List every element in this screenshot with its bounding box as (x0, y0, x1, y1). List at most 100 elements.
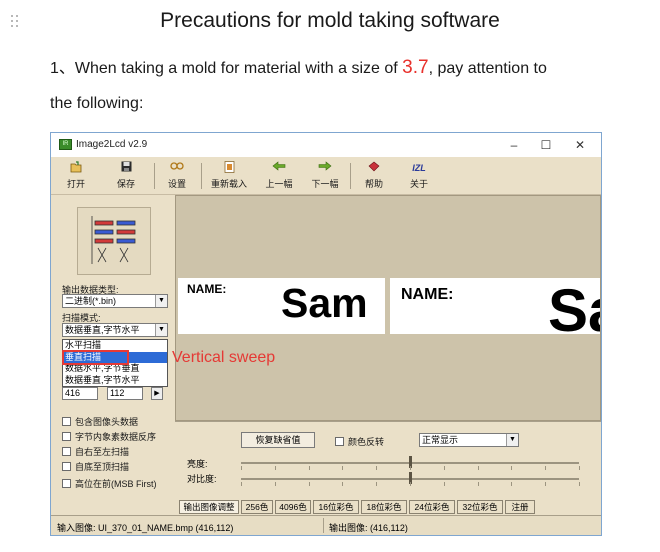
tab-256-color[interactable]: 256色 (241, 500, 273, 514)
input-image-preview: NAME: Sam (178, 278, 385, 334)
tab-4096-color[interactable]: 4096色 (275, 500, 311, 514)
input-big-text: Sam (281, 280, 368, 326)
scan-mode-select[interactable]: 数据垂直,字节水平 ▼ (62, 323, 168, 337)
window-titlebar: IR Image2Lcd v2.9 – ☐ ✕ (51, 133, 601, 157)
slider-tick (376, 466, 378, 470)
slider-tick (443, 482, 445, 486)
next-image-label: 下一幅 (311, 179, 339, 189)
tab-register[interactable]: 注册 (505, 500, 535, 514)
size-arrow-button[interactable]: ▶ (151, 387, 163, 400)
checkbox-label: 自底至顶扫描 (75, 462, 130, 472)
checkbox-icon (62, 432, 71, 441)
minimize-button[interactable]: – (502, 136, 526, 154)
help-book-icon (361, 161, 387, 175)
scan-option-data-vertical[interactable]: 数据垂直,字节水平 (63, 375, 167, 387)
checkbox-label: 包含图像头数据 (75, 417, 139, 427)
toolbar-separator (154, 163, 155, 189)
window-title: Image2Lcd v2.9 (76, 139, 148, 150)
save-button[interactable]: 保存 (113, 161, 139, 191)
line1-prefix: 1、When taking a mold for material with a… (50, 60, 403, 77)
slider-tick (342, 482, 344, 486)
reload-button[interactable]: 重新载入 (207, 161, 251, 191)
maximize-button[interactable]: ☐ (534, 136, 558, 154)
help-label: 帮助 (364, 179, 383, 189)
chevron-down-icon[interactable]: ▼ (506, 434, 518, 446)
open-label: 打开 (66, 179, 85, 189)
open-button[interactable]: 打开 (63, 161, 89, 191)
reload-document-icon (207, 161, 251, 175)
glasses-icon (164, 161, 190, 175)
prev-image-button[interactable]: 上一幅 (261, 161, 297, 191)
arrow-left-icon (261, 161, 297, 175)
tab-16bit-color[interactable]: 16位彩色 (313, 500, 359, 514)
checkbox-label: 自右至左扫描 (75, 447, 130, 457)
checkbox-icon (62, 447, 71, 456)
width-input[interactable]: 416 (62, 387, 98, 400)
slider-tick (241, 466, 242, 470)
restore-defaults-button[interactable]: 恢复缺省值 (241, 432, 315, 448)
scan-mode-value: 数据垂直,字节水平 (65, 325, 140, 335)
chevron-down-icon[interactable]: ▼ (155, 324, 167, 336)
checkbox-msb-first[interactable]: 高位在前(MSB First) (62, 477, 157, 490)
checkbox-include-header[interactable]: 包含图像头数据 (62, 415, 138, 428)
toolbar-separator (350, 163, 351, 189)
tab-18bit-color[interactable]: 18位彩色 (361, 500, 407, 514)
tab-32bit-color[interactable]: 32位彩色 (457, 500, 503, 514)
output-big-text: Sa (548, 278, 600, 334)
size-highlight: 3.7 (402, 57, 429, 78)
toolbar-separator (201, 163, 202, 189)
app-icon: IR (59, 139, 72, 150)
checkbox-icon (62, 462, 71, 471)
vertical-sweep-annotation: Vertical sweep (172, 349, 276, 366)
status-bar: 输入图像: UI_370_01_NAME.bmp (416,112) 输出图像:… (51, 515, 601, 535)
output-type-select[interactable]: 二进制(*.bin) ▼ (62, 294, 168, 308)
image2lcd-window: IR Image2Lcd v2.9 – ☐ ✕ 打开 保存 设置 重新载入 上一… (50, 132, 602, 536)
checkbox-label: 字节内象素数据反序 (75, 432, 157, 442)
slider-tick (477, 482, 479, 486)
checkbox-bottom-to-top[interactable]: 自底至顶扫描 (62, 460, 129, 473)
preview-area: NAME: Sam NAME: Sa (175, 195, 601, 421)
floppy-icon (113, 161, 139, 175)
close-button[interactable]: ✕ (568, 136, 592, 154)
image-adjust-panel: 恢复缺省值 颜色反转 正常显示 ▼ 亮度: 对比度: 输出图像调整 256色 4… (175, 421, 601, 515)
slider-tick (308, 482, 310, 486)
height-input[interactable]: 112 (107, 387, 143, 400)
line1-suffix: , pay attention to (428, 60, 547, 77)
slider-tick (342, 466, 344, 470)
input-name-label: NAME: (187, 282, 227, 296)
reload-label: 重新载入 (210, 179, 247, 189)
checkbox-reverse-pixels[interactable]: 字节内象素数据反序 (62, 430, 156, 443)
checkbox-label: 颜色反转 (348, 437, 385, 447)
slider-tick (511, 482, 513, 486)
display-mode-select[interactable]: 正常显示 ▼ (419, 433, 519, 447)
slider-tick (410, 466, 411, 470)
slider-tick (477, 466, 479, 470)
checkbox-invert-colors[interactable]: 颜色反转 (335, 435, 384, 448)
tab-24bit-color[interactable]: 24位彩色 (409, 500, 455, 514)
save-label: 保存 (116, 179, 135, 189)
settings-panel: 输出数据类型: 二进制(*.bin) ▼ 扫描模式: 数据垂直,字节水平 ▼ 水… (53, 195, 175, 515)
slider-tick (410, 482, 411, 486)
slider-tick (241, 482, 242, 486)
checkbox-icon (335, 437, 344, 446)
chevron-down-icon[interactable]: ▼ (155, 295, 167, 307)
highlight-box (62, 350, 129, 365)
contrast-label: 对比度: (187, 474, 217, 484)
tab-output-adjust[interactable]: 输出图像调整 (179, 500, 239, 514)
output-image-preview: NAME: Sa (390, 278, 600, 334)
checkbox-right-to-left[interactable]: 自右至左扫描 (62, 445, 129, 458)
settings-label: 设置 (167, 179, 186, 189)
slider-tick (545, 482, 547, 486)
about-label: 关于 (409, 179, 428, 189)
document-title: Precautions for mold taking software (160, 9, 500, 32)
checkbox-icon (62, 417, 71, 426)
checkbox-label: 高位在前(MSB First) (75, 479, 157, 489)
checkbox-icon (62, 479, 71, 488)
settings-button[interactable]: 设置 (164, 161, 190, 191)
status-output-image: 输出图像: (416,112) (329, 523, 408, 533)
arrow-right-icon (307, 161, 343, 175)
next-image-button[interactable]: 下一幅 (307, 161, 343, 191)
about-button[interactable]: IZL 关于 (406, 161, 432, 191)
help-button[interactable]: 帮助 (361, 161, 387, 191)
display-mode-value: 正常显示 (422, 435, 459, 445)
